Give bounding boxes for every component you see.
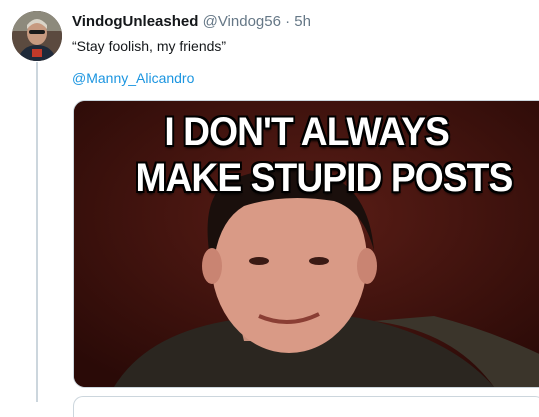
next-card-edge (73, 396, 539, 417)
tweet-time[interactable]: 5h (294, 13, 311, 30)
tweet-header: VindogUnleashed @Vindog56 · 5h (72, 12, 311, 32)
mention-link[interactable]: @Manny_Alicandro (72, 68, 194, 88)
avatar[interactable] (12, 11, 62, 61)
tweet-text: “Stay foolish, my friends” (72, 38, 227, 54)
tweet-media-image[interactable]: I DON'T ALWAYS MAKE STUPID POSTS (73, 100, 539, 388)
thread-line (36, 62, 38, 402)
avatar-photo (12, 11, 62, 61)
display-name[interactable]: VindogUnleashed (72, 13, 198, 30)
meme-caption-line-1: I DON'T ALWAYS (164, 110, 449, 154)
meme-caption-line-2: MAKE STUPID POSTS (135, 156, 513, 200)
separator-dot: · (285, 13, 291, 30)
user-handle[interactable]: @Vindog56 (203, 13, 281, 30)
